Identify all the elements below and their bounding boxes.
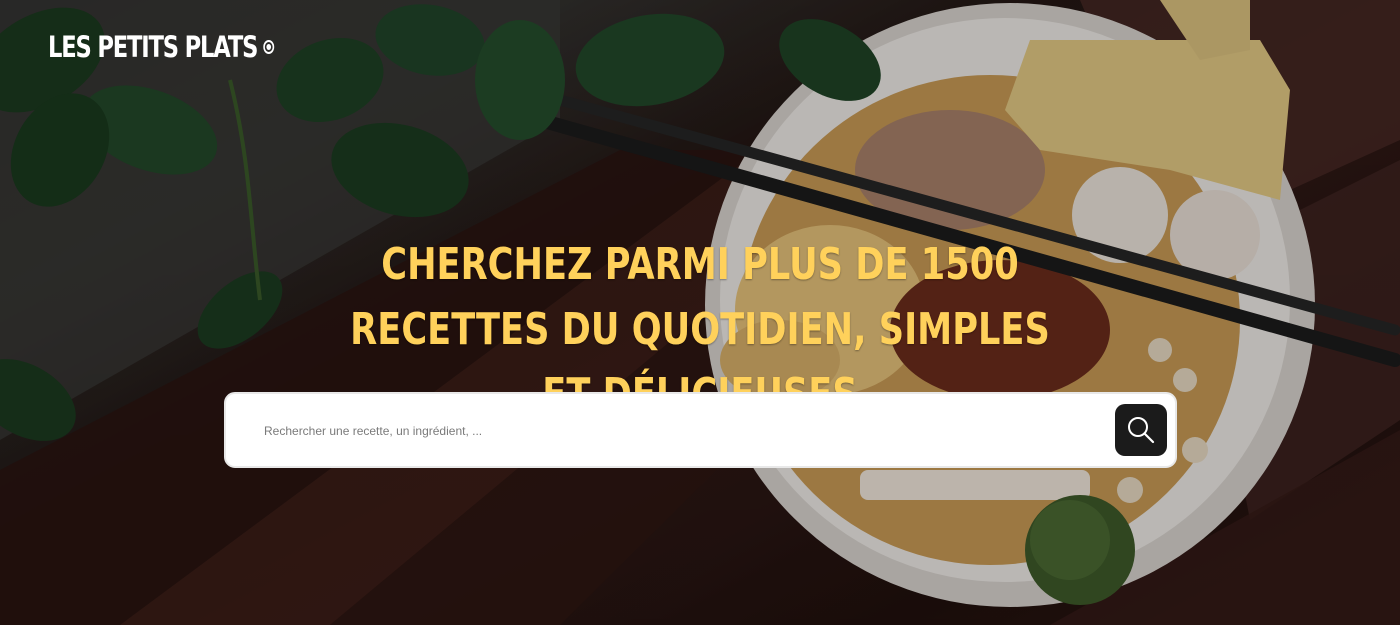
hero-banner: LES PETITS PLATS CHERCHEZ PARMI PLUS DE …: [0, 0, 1400, 625]
logo-dot-icon: [263, 40, 275, 54]
search-button[interactable]: [1115, 404, 1167, 456]
search-icon: [1128, 417, 1155, 444]
site-logo[interactable]: LES PETITS PLATS: [48, 30, 275, 64]
search-bar: [224, 392, 1177, 468]
logo-text: LES PETITS PLATS: [48, 30, 258, 64]
search-input[interactable]: [262, 394, 1106, 468]
